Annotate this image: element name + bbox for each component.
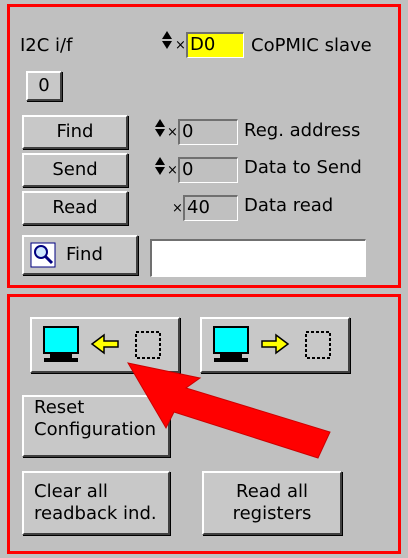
spin-up-icon[interactable] — [155, 119, 165, 127]
spin-up-icon[interactable] — [162, 31, 172, 39]
search-find-button[interactable]: Find — [22, 235, 138, 275]
reset-configuration-button[interactable]: Reset Configuration — [22, 395, 170, 457]
spin-down-icon[interactable] — [155, 167, 165, 175]
reg-hex-prefix: × — [167, 125, 178, 140]
data-to-send-label: Data to Send — [244, 157, 362, 178]
read-button[interactable]: Read — [22, 191, 128, 225]
send-button[interactable]: Send — [22, 153, 128, 187]
search-find-label: Find — [66, 244, 103, 266]
clear-line1: Clear all — [34, 481, 108, 503]
config-panel: Reset Configuration Clear all readback i… — [7, 294, 401, 554]
readall-line2: registers — [232, 503, 312, 524]
send-data-spinner[interactable] — [155, 155, 165, 181]
clear-readback-button[interactable]: Clear all readback ind. — [22, 471, 170, 535]
reg-address-label: Reg. address — [244, 120, 361, 141]
readall-line1: Read all — [236, 481, 308, 503]
magnifier-icon — [30, 242, 56, 268]
slave-address-field[interactable]: D0 — [186, 32, 244, 58]
spin-up-icon[interactable] — [155, 157, 165, 165]
clear-line2: readback ind. — [34, 503, 157, 524]
spin-down-icon[interactable] — [162, 41, 172, 49]
read-hex-prefix: × — [172, 201, 183, 216]
slave-label: CoPMIC slave — [251, 35, 372, 56]
data-read-label: Data read — [244, 195, 334, 216]
reset-line1: Reset — [34, 397, 85, 418]
reg-address-field[interactable]: 0 — [178, 119, 238, 145]
reg-address-spinner[interactable] — [155, 117, 165, 143]
read-all-registers-button[interactable]: Read all registers — [202, 471, 342, 535]
spin-down-icon[interactable] — [155, 129, 165, 137]
find-button[interactable]: Find — [22, 115, 128, 149]
data-to-send-field[interactable]: 0 — [178, 157, 238, 183]
data-read-field: 40 — [183, 195, 238, 221]
send-hex-prefix: × — [167, 163, 178, 178]
slave-hex-prefix: × — [175, 38, 186, 53]
interface-index-button[interactable]: 0 — [26, 71, 62, 101]
i2c-panel: I2C i/f × D0 CoPMIC slave 0 Find Send Re… — [7, 4, 401, 288]
i2c-label: I2C i/f — [20, 35, 73, 56]
search-result-field[interactable] — [150, 239, 366, 277]
pc-to-device-icon — [213, 326, 331, 362]
pc-from-device-icon — [43, 326, 161, 362]
read-from-device-button[interactable] — [30, 317, 180, 373]
slave-spinner[interactable] — [162, 29, 172, 55]
reset-line2: Configuration — [34, 418, 157, 440]
write-to-device-button[interactable] — [200, 317, 350, 373]
